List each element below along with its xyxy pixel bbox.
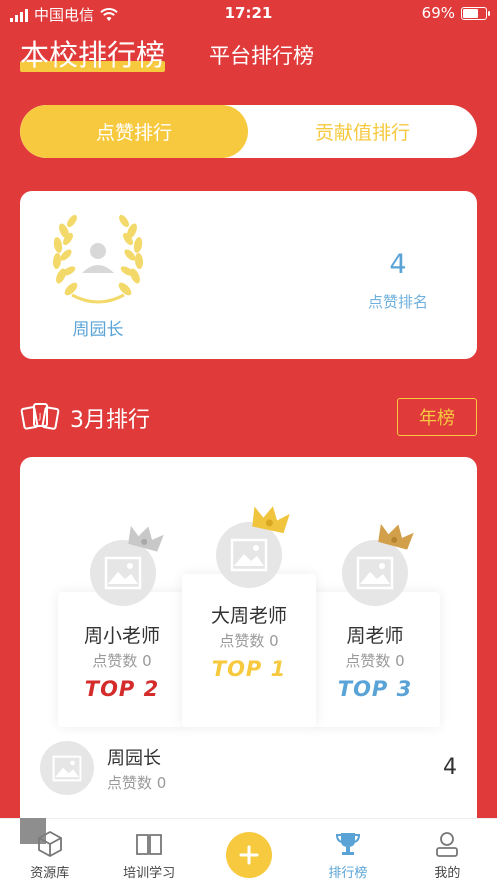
segment-contribution[interactable]: 贡献值排行 xyxy=(248,105,477,158)
year-ranking-button[interactable]: 年榜 xyxy=(397,398,477,436)
tab-ranking-label: 排行榜 xyxy=(328,866,368,881)
cards-icon: J xyxy=(20,403,60,430)
my-rank-label: 点赞排名 xyxy=(367,293,428,311)
podium-name-first: 大周老师 xyxy=(210,605,287,627)
status-bar: 中国电信 17:21 69% xyxy=(0,0,497,28)
podium-top-first: TOP 1 xyxy=(211,657,287,681)
crown-bronze-icon xyxy=(378,523,414,550)
laurel-wreath-icon xyxy=(52,214,144,304)
tab-ranking[interactable]: 排行榜 xyxy=(298,819,397,883)
podium-name-third: 周老师 xyxy=(346,625,404,647)
tab-resources[interactable]: 资源库 xyxy=(0,819,99,883)
podium-likes-third: 点赞数 0 xyxy=(345,652,405,670)
list-item-name: 周园长 xyxy=(107,748,161,769)
tab-school-ranking-label: 本校排行榜 xyxy=(20,38,166,72)
ranking-card: 周小老师 点赞数 0 TOP 2 大周老师 点赞数 0 TOP 1 周老师 点赞… xyxy=(20,457,477,837)
image-placeholder-icon xyxy=(52,755,82,781)
tab-platform-ranking[interactable]: 平台排行榜 xyxy=(209,40,314,70)
tab-mine-label: 我的 xyxy=(434,866,461,881)
list-item-likes: 点赞数 0 xyxy=(107,774,167,792)
crown-gold-icon xyxy=(252,506,290,534)
segment-likes[interactable]: 点赞排行 xyxy=(20,105,248,158)
tab-add[interactable] xyxy=(199,819,298,883)
status-right: 69% xyxy=(421,4,490,22)
image-placeholder-icon xyxy=(104,556,142,590)
month-title: 3月排行 xyxy=(70,408,150,433)
image-placeholder-icon xyxy=(356,556,394,590)
podium-likes-second: 点赞数 0 xyxy=(92,652,152,670)
podium-likes-first: 点赞数 0 xyxy=(219,632,279,650)
list-avatar xyxy=(40,741,94,795)
tab-training[interactable]: 培训学习 xyxy=(99,819,198,883)
battery-icon xyxy=(461,6,490,20)
svg-text:J: J xyxy=(38,412,41,421)
list-item-rank: 4 xyxy=(443,755,457,780)
tab-resources-label: 资源库 xyxy=(30,866,70,881)
podium-top-third: TOP 3 xyxy=(337,677,413,701)
user-icon xyxy=(436,832,459,857)
month-section-header: J 3月排行 年榜 xyxy=(20,398,477,438)
list-item[interactable]: 周园长 点赞数 0 4 xyxy=(20,737,477,807)
book-icon xyxy=(136,834,163,855)
my-name: 周园长 xyxy=(72,320,124,340)
podium-name-second: 周小老师 xyxy=(83,625,160,647)
ranking-type-segment: 点赞排行 贡献值排行 xyxy=(20,105,477,158)
my-rank-card: 周园长 4 点赞排名 xyxy=(20,191,477,359)
plus-icon xyxy=(225,832,272,878)
tab-school-ranking[interactable]: 本校排行榜 xyxy=(20,32,166,74)
image-placeholder-icon xyxy=(230,538,268,572)
tab-training-label: 培训学习 xyxy=(123,866,176,881)
top-tabs: 本校排行榜 平台排行榜 xyxy=(20,34,314,74)
trophy-icon xyxy=(335,833,360,855)
crown-silver-icon xyxy=(128,525,164,552)
bottom-tab-bar: 资源库 培训学习 排行榜 我的 xyxy=(0,818,497,883)
my-rank-value: 4 xyxy=(389,249,407,280)
podium-top-second: TOP 2 xyxy=(84,677,160,701)
floating-square-overlay xyxy=(20,818,46,844)
tab-mine[interactable]: 我的 xyxy=(398,819,497,883)
battery-percent: 69% xyxy=(421,4,455,22)
